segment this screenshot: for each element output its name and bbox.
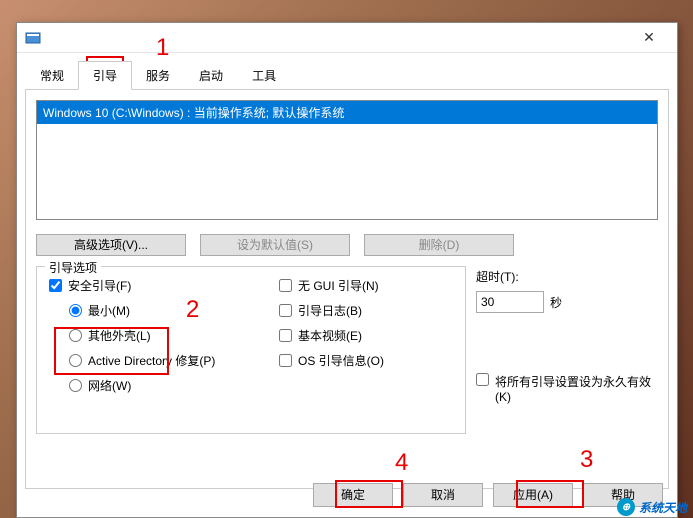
annotation-4: 4 [395,449,408,477]
boot-options-legend: 引导选项 [45,259,101,276]
os-boot-info-label: OS 引导信息(O) [298,352,384,369]
dialog-button-row: 确定 取消 应用(A) 帮助 [313,483,663,507]
os-list-item[interactable]: Windows 10 (C:\Windows) : 当前操作系统; 默认操作系统 [37,101,657,124]
delete-button: 删除(D) [364,234,514,256]
permanent-label: 将所有引导设置设为永久有效(K) [495,373,658,404]
os-action-buttons: 高级选项(V)... 设为默认值(S) 删除(D) [36,234,658,256]
alt-shell-label: 其他外壳(L) [88,327,151,344]
boot-log-checkbox[interactable] [279,304,292,317]
ad-repair-radio[interactable] [69,354,82,367]
no-gui-checkbox[interactable] [279,279,292,292]
annotation-2: 2 [186,296,199,324]
timeout-panel: 超时(T): 秒 将所有引导设置设为永久有效(K) [476,266,658,434]
boot-options-group: 引导选项 安全引导(F) 最小(M) [36,266,466,434]
cancel-button[interactable]: 取消 [403,483,483,507]
tab-tools[interactable]: 工具 [237,61,291,90]
tab-boot[interactable]: 引导 [78,61,132,90]
annotation-3: 3 [580,446,593,474]
watermark-text: 系统天地 [639,499,687,516]
advanced-options-button[interactable]: 高级选项(V)... [36,234,186,256]
boot-tab-content: Windows 10 (C:\Windows) : 当前操作系统; 默认操作系统… [25,89,669,489]
titlebar: ✕ [17,23,677,53]
network-radio[interactable] [69,379,82,392]
permanent-checkbox[interactable] [476,373,489,386]
options-area: 引导选项 安全引导(F) 最小(M) [36,266,658,434]
base-video-checkbox[interactable] [279,329,292,342]
safe-boot-label: 安全引导(F) [68,277,131,294]
timeout-label: 超时(T): [476,268,658,285]
base-video-label: 基本视频(E) [298,327,362,344]
minimal-label: 最小(M) [88,302,130,319]
no-gui-label: 无 GUI 引导(N) [298,277,379,294]
watermark: ⊕ 系统天地 [617,498,687,516]
watermark-icon: ⊕ [617,498,635,516]
tab-services[interactable]: 服务 [131,61,185,90]
boot-log-label: 引导日志(B) [298,302,362,319]
close-button[interactable]: ✕ [629,25,669,51]
minimal-radio[interactable] [69,304,82,317]
alt-shell-radio[interactable] [69,329,82,342]
msconfig-dialog: ✕ 常规 引导 服务 启动 工具 Windows 10 (C:\Windows)… [16,22,678,518]
timeout-input[interactable] [476,291,544,313]
network-label: 网络(W) [88,377,131,394]
ok-button[interactable]: 确定 [313,483,393,507]
apply-button[interactable]: 应用(A) [493,483,573,507]
os-listbox[interactable]: Windows 10 (C:\Windows) : 当前操作系统; 默认操作系统 [36,100,658,220]
tab-general[interactable]: 常规 [25,61,79,90]
os-boot-info-checkbox[interactable] [279,354,292,367]
set-default-button: 设为默认值(S) [200,234,350,256]
timeout-unit-label: 秒 [550,294,562,311]
annotation-1: 1 [156,34,169,62]
safe-boot-checkbox[interactable] [49,279,62,292]
app-icon [25,30,41,46]
tab-strip: 常规 引导 服务 启动 工具 [17,53,677,90]
tab-startup[interactable]: 启动 [184,61,238,90]
ad-repair-label: Active Directory 修复(P) [88,352,215,369]
